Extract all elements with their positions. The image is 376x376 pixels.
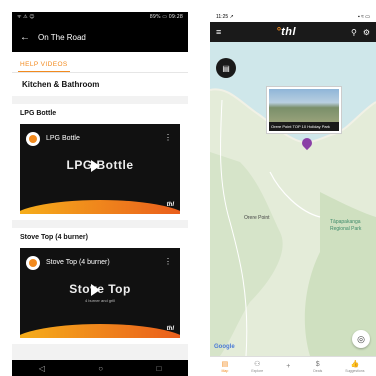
video-thumbnail-text: LPG Bottle: [66, 158, 134, 172]
nav-map[interactable]: ▤ Map: [222, 361, 229, 373]
thl-logo: thl: [166, 202, 174, 208]
app-bar: ← On The Road: [12, 22, 188, 52]
play-icon[interactable]: [91, 160, 100, 172]
play-icon[interactable]: [91, 284, 100, 296]
nav-add[interactable]: +: [286, 363, 290, 371]
section-title: Kitchen & Bathroom: [12, 72, 188, 96]
more-options-icon[interactable]: ⋮: [164, 133, 172, 142]
settings-icon[interactable]: ⚙: [363, 28, 370, 37]
back-arrow-icon[interactable]: ←: [20, 32, 38, 43]
more-options-icon[interactable]: ⋮: [164, 257, 172, 266]
video-card-title: LPG Bottle: [20, 110, 57, 117]
status-icons: ▪ ≈ ▭: [357, 14, 370, 20]
logo-text: thl: [281, 26, 297, 38]
status-time: 11:25 ↗: [216, 14, 234, 20]
nav-suggestions[interactable]: 👍 Suggestions: [345, 361, 364, 373]
brand-swoosh: [20, 324, 180, 338]
app-logo: °thl: [276, 26, 296, 38]
place-preview-card[interactable]: Orere Point TOP 10 Holiday Park: [266, 86, 342, 134]
video-thumbnail-text: Stove Top: [69, 282, 131, 296]
map-screen: 11:25 ↗ ▪ ≈ ▭ ≡ °thl ⚲ ⚙ ▤ Orere Point T…: [210, 12, 376, 376]
menu-icon[interactable]: ≡: [216, 27, 221, 37]
divider: [12, 220, 188, 228]
map-label-orere-point: Orere Point: [244, 215, 270, 221]
video-card-title: Stove Top (4 burner): [20, 234, 88, 241]
map-icon: ▤: [221, 360, 229, 368]
tab-bar: HELP VIDEOS: [12, 52, 188, 72]
nav-explore[interactable]: ⚇ Explore: [251, 361, 263, 373]
nav-label: Explore: [251, 368, 264, 373]
video-player[interactable]: LPG Bottle ⋮ LPG Bottle thl: [20, 124, 180, 214]
divider: [12, 96, 188, 104]
system-nav-bar: ◁ ○ □: [12, 360, 188, 376]
video-thumbnail-subtext: 4 burner and grill: [84, 298, 116, 303]
status-bar: 11:25 ↗ ▪ ≈ ▭: [210, 12, 376, 22]
video-title: Stove Top (4 burner): [46, 259, 110, 266]
status-left: ᯤ ⚠ ☺: [17, 14, 35, 20]
nav-label: Suggestions: [345, 368, 365, 373]
home-nav-icon[interactable]: ○: [98, 364, 103, 373]
nav-deals[interactable]: $ Deals: [313, 361, 322, 373]
help-videos-screen: ᯤ ⚠ ☺ 89% ▭ 09:28 ← On The Road HELP VID…: [12, 12, 188, 376]
my-location-icon[interactable]: ◎: [352, 330, 370, 348]
nav-label: Map: [221, 368, 229, 373]
plus-icon: +: [286, 362, 291, 370]
explore-icon: ⚇: [254, 360, 261, 368]
place-caption: Orere Point TOP 10 Holiday Park: [269, 122, 339, 131]
map-label-regional-park: Regional Park: [330, 226, 362, 232]
app-bar: ≡ °thl ⚲ ⚙: [210, 22, 376, 42]
google-attribution: Google: [214, 344, 235, 350]
screenshot-collage: ᯤ ⚠ ☺ 89% ▭ 09:28 ← On The Road HELP VID…: [0, 0, 376, 376]
video-title: LPG Bottle: [46, 135, 80, 142]
status-right: 89% ▭ 09:28: [149, 14, 183, 20]
bottom-nav: ▤ Map ⚇ Explore + $ Deals 👍 Suggestions: [210, 356, 376, 376]
channel-logo-icon: [26, 256, 40, 270]
recents-nav-icon[interactable]: □: [156, 364, 161, 373]
brand-swoosh: [20, 200, 180, 214]
search-icon[interactable]: ⚲: [351, 28, 357, 37]
deals-icon: $: [315, 360, 320, 368]
tab-help-videos[interactable]: HELP VIDEOS: [18, 61, 70, 72]
video-card: Stove Top (4 burner) Stove Top (4 burner…: [12, 228, 188, 344]
thl-logo: thl: [166, 326, 174, 332]
map-label-tapapakanga: Tāpapakanga: [330, 219, 361, 225]
page-title: On The Road: [38, 32, 86, 42]
video-card: LPG Bottle LPG Bottle ⋮ LPG Bottle thl: [12, 104, 188, 220]
place-photo: [269, 89, 339, 123]
channel-logo-icon: [26, 132, 40, 146]
thumbs-up-icon: 👍: [350, 360, 360, 368]
back-nav-icon[interactable]: ◁: [39, 364, 45, 373]
status-bar: ᯤ ⚠ ☺ 89% ▭ 09:28: [12, 12, 188, 22]
nav-label: Deals: [313, 368, 323, 373]
video-player[interactable]: Stove Top (4 burner) ⋮ Stove Top 4 burne…: [20, 248, 180, 338]
layers-icon[interactable]: ▤: [216, 58, 236, 78]
